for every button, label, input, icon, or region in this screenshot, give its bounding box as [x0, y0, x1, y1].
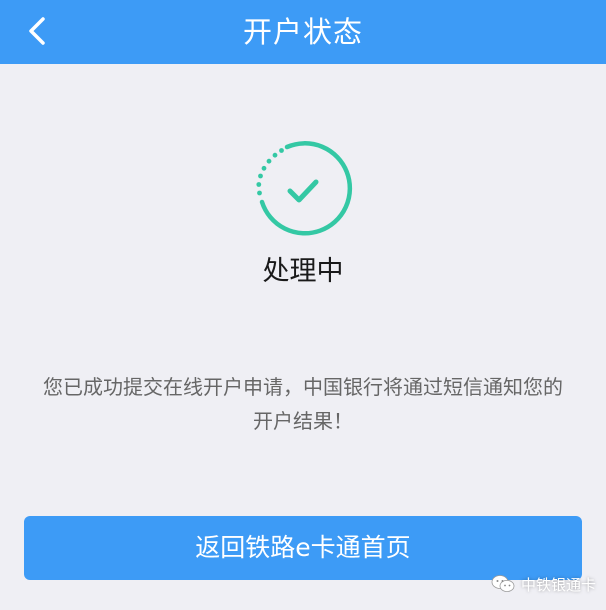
- processing-check-icon: [253, 140, 353, 240]
- nav-bar: 开户状态: [0, 0, 606, 64]
- status-label: 处理中: [262, 256, 344, 287]
- page-title: 开户状态: [242, 15, 363, 49]
- return-home-button[interactable]: 返回铁路e卡通首页: [24, 516, 582, 580]
- wechat-icon: [491, 575, 515, 592]
- status-message: 您已成功提交在线开户申请，中国银行将通过短信通知您的开户结果！: [43, 375, 563, 433]
- watermark-text: 中铁银通卡: [520, 575, 596, 594]
- watermark: 中铁银通卡: [491, 572, 596, 596]
